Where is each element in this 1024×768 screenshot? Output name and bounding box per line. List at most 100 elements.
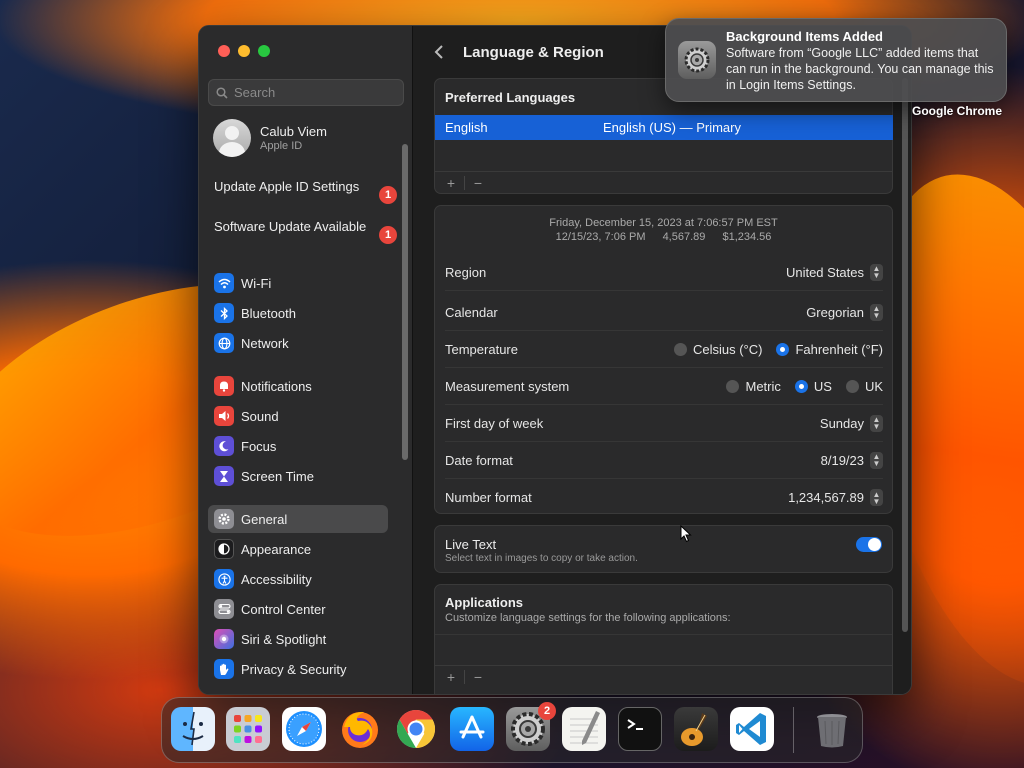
add-application-button[interactable]: + [441,669,461,685]
calendar-popup[interactable]: Gregorian ▲ ▼ [806,303,883,321]
window-controls [218,45,270,57]
number-format-row: Number format 1,234,567.89 ▲ ▼ [445,479,883,516]
sidebar-item-label: Network [241,335,289,351]
textedit-icon[interactable] [562,707,606,751]
date-format-popup[interactable]: 8/19/23 ▲ ▼ [820,451,883,469]
sidebar-item-screen-time[interactable]: Screen Time [208,462,388,490]
notification-title: Background Items Added [726,29,883,44]
update-apple-id-settings-row[interactable]: Update Apple ID Settings 1 [214,179,397,204]
date-format-label: Date format [445,452,513,468]
format-settings-card: Friday, December 15, 2023 at 7:06:57 PM … [434,205,893,514]
sidebar-item-label: Siri & Spotlight [241,631,327,647]
remove-application-button[interactable]: − [468,669,488,685]
safari-icon[interactable] [282,707,326,751]
sidebar-item-appearance[interactable]: Appearance [208,535,388,563]
sidebar-item-label: Appearance [241,541,312,557]
live-text-description: Select text in images to copy or take ac… [445,553,638,564]
app-store-icon[interactable] [450,707,494,751]
radio-label: Metric [745,378,781,394]
notification-banner[interactable]: Background Items Added Software from “Go… [665,18,1007,102]
sidebar-item-sound[interactable]: Sound [208,402,388,430]
dock-separator [793,707,794,753]
sidebar-item-general[interactable]: General [208,505,388,533]
close-button[interactable] [218,45,230,57]
sidebar-item-siri-spotlight[interactable]: Siri & Spotlight [208,625,388,653]
finder-icon[interactable] [171,707,215,751]
first-day-popup[interactable]: Sunday ▲ ▼ [820,414,883,432]
number-format-value: 1,234,567.89 [788,490,864,505]
terminal-icon[interactable] [618,707,662,751]
system-settings-icon [678,41,716,79]
sidebar-item-label: Bluetooth [241,305,296,321]
region-popup[interactable]: United States ▲ ▼ [786,263,883,281]
zoom-button[interactable] [258,45,270,57]
account-subtitle: Apple ID [260,140,303,152]
launchpad-icon[interactable] [226,707,270,751]
uk-radio[interactable]: UK [845,379,883,394]
sidebar-item-privacy-security[interactable]: Privacy & Security [208,655,388,683]
add-language-button[interactable]: + [441,175,461,191]
notification-body: Software from “Google LLC” added items t… [726,46,994,92]
chrome-icon[interactable] [394,707,438,751]
sidebar-item-accessibility[interactable]: Accessibility [208,565,388,593]
vscode-icon[interactable] [730,707,774,751]
siri-icon [214,629,234,649]
fahrenheit-radio[interactable]: Fahrenheit (°F) [776,342,883,357]
sidebar-item-label: Screen Time [241,468,314,484]
temperature-row: Temperature Celsius (°C) Fahrenheit (°F) [445,331,883,368]
celsius-radio[interactable]: Celsius (°C) [673,341,763,357]
globe-icon [214,333,234,353]
back-button[interactable] [434,43,444,66]
updown-chevron-icon: ▲ ▼ [870,451,883,469]
sidebar: Calub Viem Apple ID Update Apple ID Sett… [199,26,413,694]
search-field[interactable] [208,79,404,106]
us-radio[interactable]: US [794,379,832,394]
preview-number: 4,567.89 [662,231,706,243]
firefox-icon[interactable] [338,707,382,751]
remove-language-button[interactable]: − [468,175,488,191]
language-detail: English (US) — Primary [603,120,741,135]
sidebar-item-focus[interactable]: Focus [208,432,388,460]
content-scrollbar[interactable] [902,78,908,632]
garageband-icon[interactable] [674,707,718,751]
section-header: Preferred Languages [445,90,576,105]
metric-radio[interactable]: Metric [726,378,781,394]
region-label: Region [445,264,487,280]
date-format-value: 8/19/23 [820,452,864,468]
radio-label: Celsius (°C) [692,341,763,357]
language-row[interactable]: English English (US) — Primary [435,115,893,140]
sidebar-item-label: Accessibility [241,571,312,587]
sidebar-item-bluetooth[interactable]: Bluetooth [208,299,388,327]
live-text-toggle[interactable] [856,537,882,552]
number-format-popup[interactable]: 1,234,567.89 ▲ ▼ [788,489,883,506]
radio-on-icon [794,379,808,393]
system-settings-icon[interactable]: 2 [506,702,556,751]
sidebar-item-wifi[interactable]: Wi-Fi [208,269,388,297]
sidebar-item-label: Privacy & Security [241,661,347,677]
sidebar-item-notifications[interactable]: Notifications [208,372,388,400]
calendar-row: Calendar Gregorian ▲ ▼ [445,294,883,331]
divider [435,634,892,635]
desktop-item-label[interactable]: Google Chrome [912,104,1002,118]
radio-label: Fahrenheit (°F) [795,341,883,357]
calendar-label: Calendar [445,304,498,320]
sidebar-item-control-center[interactable]: Control Center [208,595,388,623]
sidebar-item-network[interactable]: Network [208,329,388,357]
divider [464,175,465,190]
date-format-row: Date format 8/19/23 ▲ ▼ [445,442,883,479]
sidebar-scrollbar[interactable] [402,144,408,460]
radio-off-icon [845,379,859,393]
sidebar-item-label: General [241,511,288,527]
updown-chevron-icon: ▲ ▼ [870,263,883,281]
alert-badge: 1 [379,186,397,204]
moon-icon [214,436,234,456]
hand-icon [214,659,234,679]
apple-id-account[interactable]: Calub Viem Apple ID [213,119,327,157]
preview-date: Friday, December 15, 2023 at 7:06:57 PM … [549,217,778,229]
search-input[interactable] [234,85,394,100]
software-update-row[interactable]: Software Update Available 1 [214,219,397,244]
trash-icon[interactable] [810,707,854,751]
accessibility-icon [214,569,234,589]
live-text-label: Live Text [445,537,497,552]
minimize-button[interactable] [238,45,250,57]
